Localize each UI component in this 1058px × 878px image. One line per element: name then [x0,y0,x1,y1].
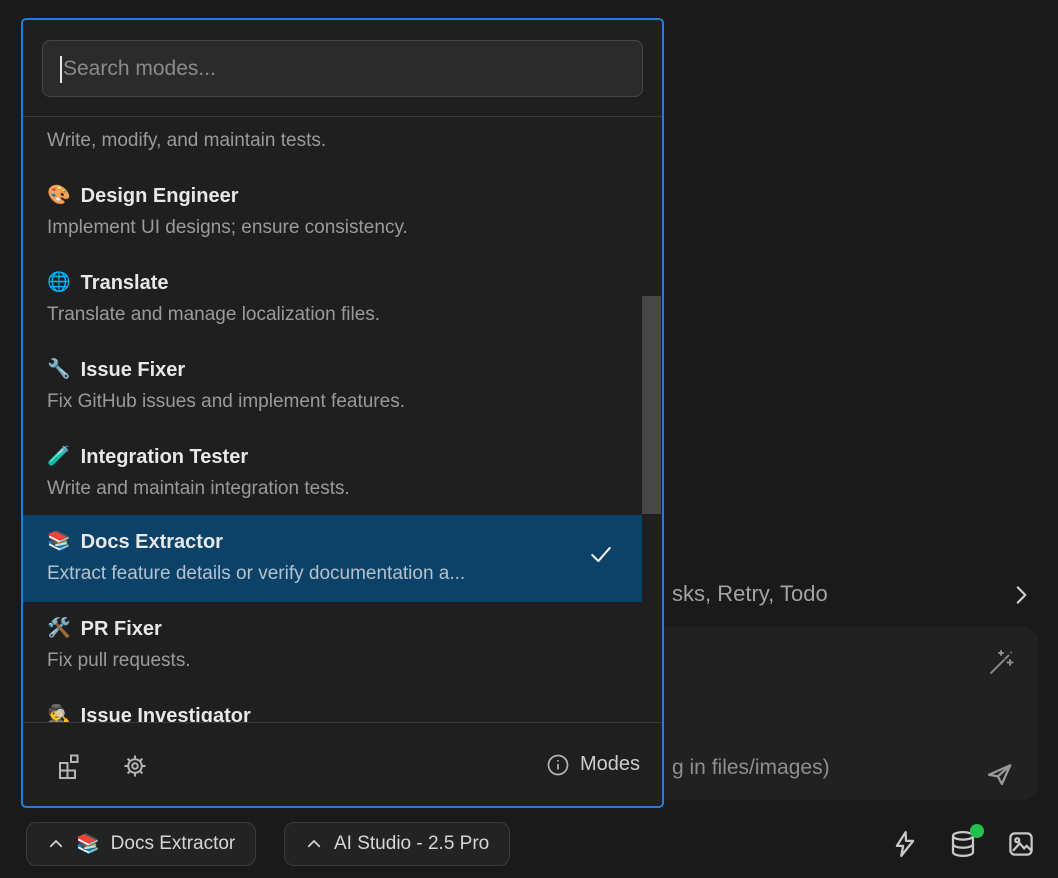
database-icon[interactable] [948,829,978,859]
model-selector-button[interactable]: AI Studio - 2.5 Pro [284,822,510,866]
mode-pill-emoji: 📚 [76,832,100,856]
settings-gear-icon[interactable] [120,751,150,781]
history-snippet-text: sks, Retry, Todo [672,581,828,607]
mode-item-pr-fixer[interactable]: 🛠️ PR Fixer Fix pull requests. [23,602,642,689]
mode-item-issue-fixer[interactable]: 🔧 Issue Fixer Fix GitHub issues and impl… [23,343,642,430]
modes-label: Modes [580,753,640,776]
mode-item-tests[interactable]: 🧪 Write, modify, and maintain tests. [23,118,642,169]
magic-wand-icon[interactable] [984,647,1016,679]
search-section [23,20,662,117]
palette-icon: 🎨 [47,181,71,211]
detective-icon: 🕵️ [47,701,71,723]
globe-icon: 🌐 [47,268,71,298]
chevron-up-icon [47,835,65,853]
info-icon [546,753,570,777]
mode-item-integration-tester[interactable]: 🧪 Integration Tester Write and maintain … [23,430,642,517]
wrench-icon: 🔧 [47,355,71,385]
image-icon[interactable] [1006,829,1036,859]
status-bar: 📚 Docs Extractor AI Studio - 2.5 Pro [0,816,1058,878]
send-icon[interactable] [984,759,1014,789]
extensions-marketplace-icon[interactable] [55,751,85,781]
mode-pill-label: Docs Extractor [111,833,236,855]
search-input[interactable] [43,41,642,96]
model-pill-label: AI Studio - 2.5 Pro [334,833,489,855]
lightning-icon[interactable] [890,829,920,859]
checkmark-icon [588,541,614,567]
chevron-right-icon[interactable] [1008,582,1034,608]
popup-footer: Modes [23,722,662,806]
chat-input-placeholder: g in files/images) [672,756,830,780]
mode-list: 🧪 Write, modify, and maintain tests. 🎨 D… [23,118,662,723]
modes-info-link[interactable]: Modes [546,723,640,806]
search-input-wrapper [42,40,643,97]
test-tube-icon: 🧪 [47,118,71,124]
mode-item-docs-extractor[interactable]: 📚 Docs Extractor Extract feature details… [23,515,642,602]
mode-item-design-engineer[interactable]: 🎨 Design Engineer Implement UI designs; … [23,169,642,256]
text-caret [60,56,62,83]
chevron-up-icon [305,835,323,853]
hammer-wrench-icon: 🛠️ [47,614,71,644]
test-tube-icon: 🧪 [47,442,71,472]
mode-item-translate[interactable]: 🌐 Translate Translate and manage localiz… [23,256,642,343]
mode-selector-button[interactable]: 📚 Docs Extractor [26,822,256,866]
scrollbar-thumb[interactable] [642,296,661,514]
statusbar-icon-group [890,822,1036,866]
books-icon: 📚 [47,527,71,557]
mode-item-issue-investigator[interactable]: 🕵️ Issue Investigator [23,689,642,723]
mode-selector-popup: 🧪 Write, modify, and maintain tests. 🎨 D… [21,18,664,808]
status-dot [970,824,984,838]
app-screen: sks, Retry, Todo g in files/images) [0,0,1058,878]
